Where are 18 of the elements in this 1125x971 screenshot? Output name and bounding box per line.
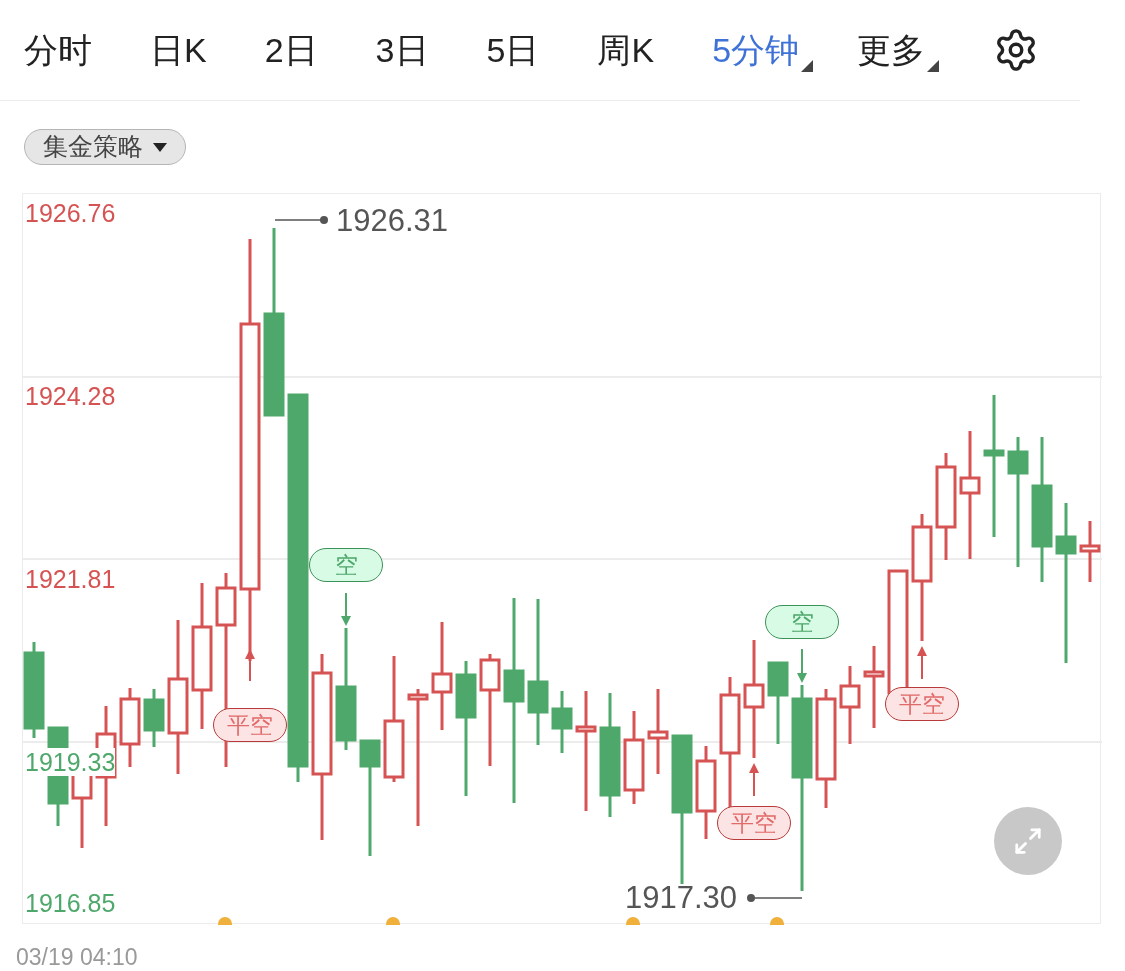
time-label: 03/19 04:10	[16, 943, 138, 971]
period-tab[interactable]: 2日	[264, 28, 332, 72]
min-price-label: 1917.30	[625, 881, 738, 915]
period-tab[interactable]: 5日	[486, 28, 554, 72]
strategy-dropdown[interactable]: 集金策略	[24, 129, 186, 165]
period-tab[interactable]: 周K	[597, 28, 669, 72]
signal-tag: 平空	[885, 687, 959, 721]
period-tab[interactable]: 日K	[150, 28, 221, 72]
period-tab[interactable]: 更多	[857, 28, 940, 72]
period-tab[interactable]: 3日	[375, 28, 443, 72]
signal-tag: 空	[765, 605, 839, 639]
signal-tag: 平空	[213, 708, 287, 742]
period-tab[interactable]: 分时	[24, 28, 106, 72]
period-tab[interactable]: 5分钟	[712, 28, 814, 72]
max-price-label: 1926.31	[336, 204, 449, 238]
signal-tag: 平空	[717, 806, 791, 840]
signal-tag: 空	[309, 548, 383, 582]
price-axis-label: 1919.33	[25, 748, 116, 776]
